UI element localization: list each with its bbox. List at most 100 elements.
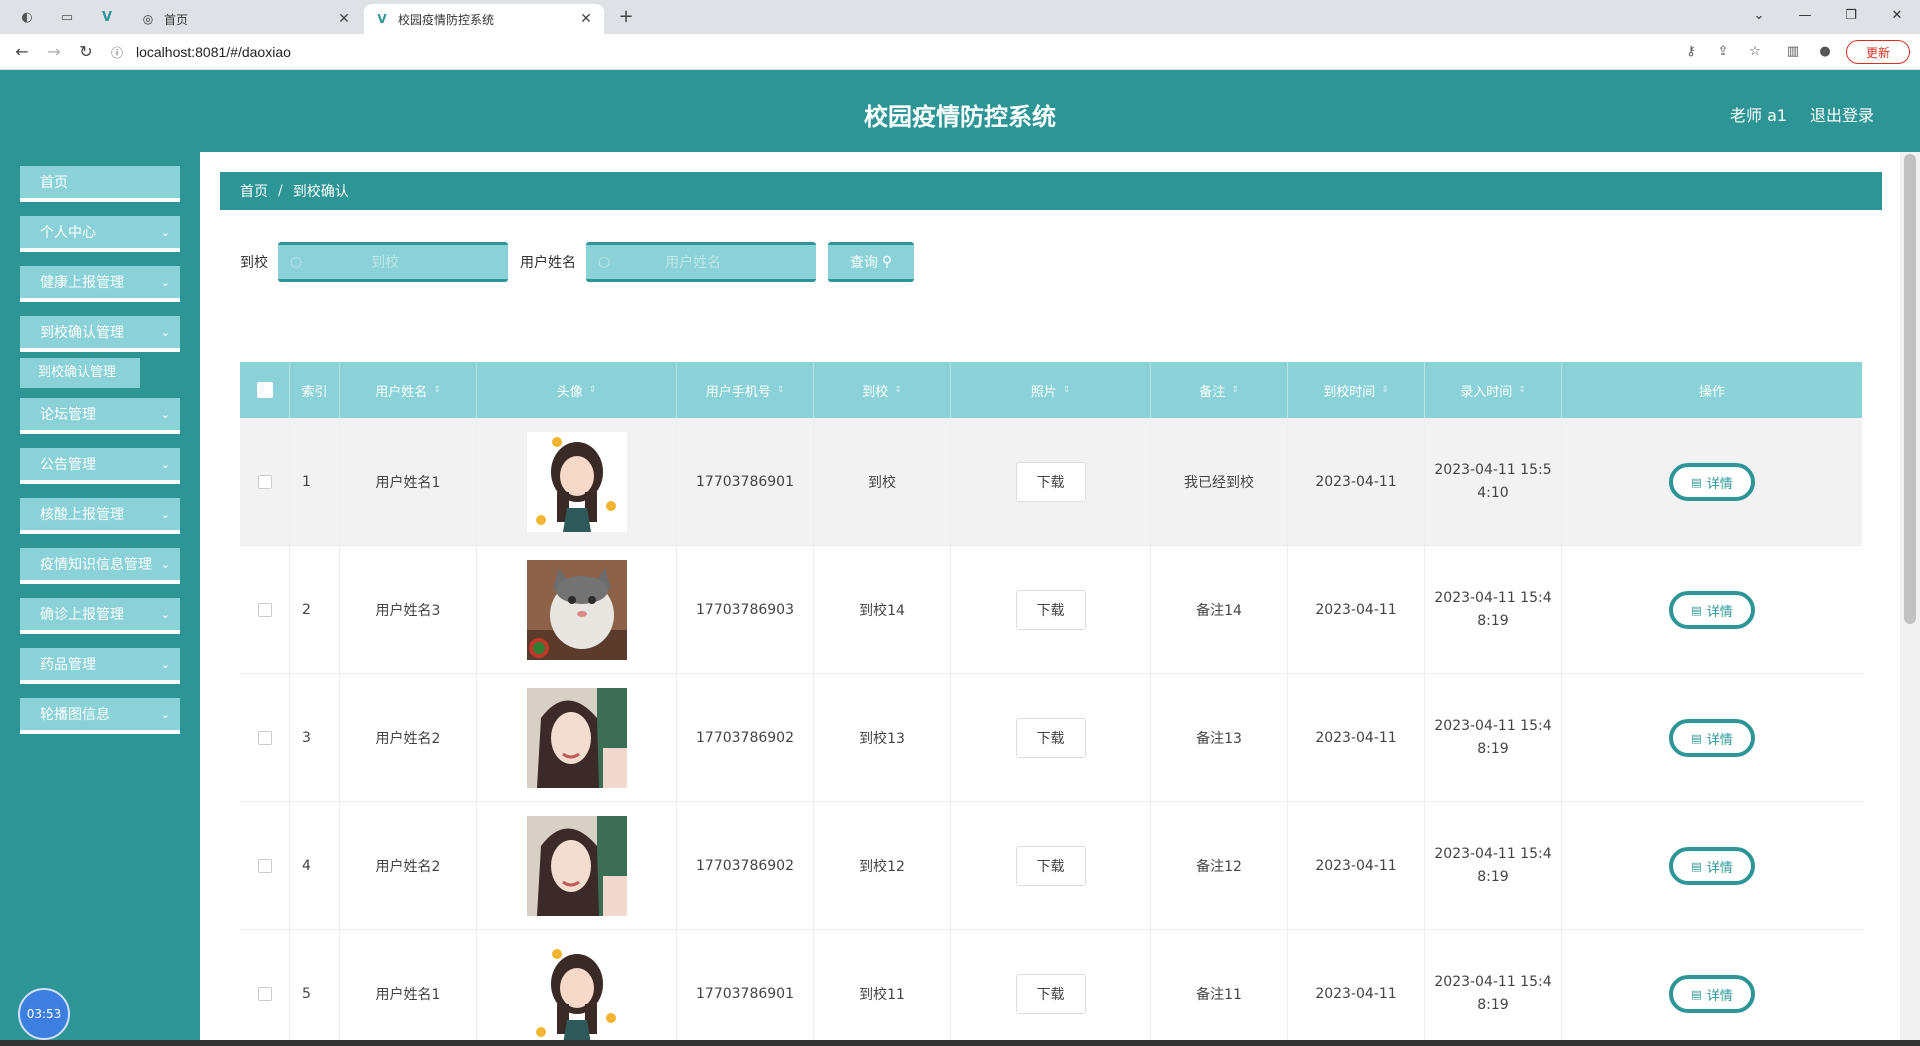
star-icon[interactable]: ☆ xyxy=(1744,42,1766,62)
cell-created-time: 2023-04-11 15:4 8:19 xyxy=(1425,930,1562,1046)
cell-daoxiao: 到校12 xyxy=(814,802,951,930)
info-icon[interactable]: ⓘ xyxy=(108,44,126,61)
col-arrival-time[interactable]: 到校时间 ⇕ xyxy=(1288,362,1425,418)
row-checkbox[interactable] xyxy=(257,603,272,617)
daoxiao-search-input[interactable]: ○ 到校 xyxy=(278,242,508,282)
sidebar-item-epidemic-knowledge[interactable]: 疫情知识信息管理 ⌄ xyxy=(20,548,180,584)
sidepanel-icon[interactable]: ▥ xyxy=(1782,42,1804,62)
new-tab-button[interactable]: + xyxy=(614,6,638,28)
sort-icon[interactable]: ⇕ xyxy=(589,385,597,395)
sidebar-item-label: 确诊上报管理 xyxy=(40,607,124,623)
detail-button[interactable]: ▤ 详情 xyxy=(1669,463,1755,501)
row-checkbox[interactable] xyxy=(257,859,272,873)
sidebar-item-home[interactable]: 首页 xyxy=(20,166,180,202)
download-button[interactable]: 下载 xyxy=(1015,718,1086,758)
row-checkbox[interactable] xyxy=(257,731,272,745)
cell-index: 3 xyxy=(290,674,340,802)
sidebar-item-carousel[interactable]: 轮播图信息 ⌄ xyxy=(20,698,180,734)
sidebar-item-medicine[interactable]: 药品管理 ⌄ xyxy=(20,648,180,684)
col-label: 用户手机号 xyxy=(705,384,771,400)
breadcrumb-home[interactable]: 首页 xyxy=(240,181,268,201)
col-index: 索引 xyxy=(290,362,340,418)
download-button[interactable]: 下载 xyxy=(1015,974,1086,1014)
download-button[interactable]: 下载 xyxy=(1015,590,1086,630)
logout-link[interactable]: 退出登录 xyxy=(1810,102,1874,126)
sidebar-item-personal-center[interactable]: 个人中心 ⌄ xyxy=(20,216,180,252)
close-icon[interactable]: ✕ xyxy=(578,11,594,27)
sidebar-item-arrival-confirm[interactable]: 到校确认管理 ⌄ xyxy=(20,316,180,352)
tab-list-chevron-icon[interactable]: ⌄ xyxy=(1736,4,1782,28)
cell-arrival-date: 2023-04-11 xyxy=(1288,930,1425,1046)
col-note[interactable]: 备注 ⇕ xyxy=(1151,362,1288,418)
select-all-checkbox[interactable] xyxy=(256,382,273,398)
sidebar-subitem-arrival-confirm[interactable]: 到校确认管理 xyxy=(20,358,140,388)
back-button[interactable]: ← xyxy=(10,40,34,64)
chevron-down-icon: ⌄ xyxy=(160,226,170,239)
sort-icon[interactable]: ⇕ xyxy=(1518,385,1526,395)
restore-button[interactable]: ❐ xyxy=(1828,4,1874,28)
key-icon[interactable]: ⚷ xyxy=(1680,42,1702,62)
share-icon[interactable]: ⇪ xyxy=(1712,42,1734,62)
table-row[interactable]: 1 用户姓名1 17703786901 到校 下载 我已经到校 2023-04-… xyxy=(240,418,1862,546)
table-row[interactable]: 2 用户姓名3 17703786903 到校14 下载 备注14 2023-04… xyxy=(240,546,1862,674)
sidebar-item-nucleic-acid[interactable]: 核酸上报管理 ⌄ xyxy=(20,498,180,534)
cell-index: 4 xyxy=(290,802,340,930)
sort-icon[interactable]: ⇕ xyxy=(1381,385,1389,395)
minimize-button[interactable]: — xyxy=(1782,4,1828,28)
row-checkbox[interactable] xyxy=(257,987,272,1001)
detail-button[interactable]: ▤ 详情 xyxy=(1669,975,1755,1013)
sort-icon[interactable]: ⇕ xyxy=(894,385,902,395)
table-row[interactable]: 3 用户姓名2 17703786902 到校13 下载 备注13 2023-04… xyxy=(240,674,1862,802)
sort-icon[interactable]: ⇕ xyxy=(433,385,441,395)
col-name[interactable]: 用户姓名 ⇕ xyxy=(340,362,477,418)
sidebar-item-health-report[interactable]: 健康上报管理 ⌄ xyxy=(20,266,180,302)
sidebar-item-diagnosis-report[interactable]: 确诊上报管理 ⌄ xyxy=(20,598,180,634)
detail-button[interactable]: ▤ 详情 xyxy=(1669,719,1755,757)
close-icon[interactable]: ✕ xyxy=(336,11,352,27)
browser-tab-active[interactable]: V 校园疫情防控系统 ✕ xyxy=(364,4,604,34)
cell-actions: ▤ 详情 xyxy=(1562,930,1862,1046)
col-phone[interactable]: 用户手机号 ⇕ xyxy=(677,362,814,418)
cell-daoxiao: 到校 xyxy=(814,418,951,546)
row-checkbox[interactable] xyxy=(257,475,272,489)
download-button[interactable]: 下载 xyxy=(1015,846,1086,886)
pinned-tab-icon[interactable]: ▭ xyxy=(56,6,78,28)
query-button[interactable]: 查询 ⚲ xyxy=(828,242,914,282)
name-search-input[interactable]: ○ 用户姓名 xyxy=(586,242,816,282)
reload-button[interactable]: ↻ xyxy=(74,40,98,64)
horizontal-scrollbar[interactable] xyxy=(0,1040,1920,1046)
sidebar-item-label: 轮播图信息 xyxy=(40,707,110,723)
address-bar[interactable]: ⓘ localhost:8081/#/daoxiao xyxy=(108,39,1668,65)
cell-avatar xyxy=(477,930,677,1046)
cell-index: 5 xyxy=(290,930,340,1046)
pinned-vue-tab-icon[interactable]: V xyxy=(96,6,118,28)
sort-icon[interactable]: ⇕ xyxy=(1231,385,1239,395)
col-daoxiao[interactable]: 到校 ⇕ xyxy=(814,362,951,418)
profile-icon[interactable]: ● xyxy=(1814,42,1836,62)
vertical-scrollbar[interactable] xyxy=(1900,152,1920,1046)
scrollbar-thumb[interactable] xyxy=(1904,154,1916,624)
forward-button[interactable]: → xyxy=(42,40,66,64)
tab-search-icon[interactable]: ◐ xyxy=(16,6,38,28)
detail-button[interactable]: ▤ 详情 xyxy=(1669,591,1755,629)
chevron-down-icon: ⌄ xyxy=(160,276,170,289)
table-row[interactable]: 4 用户姓名2 17703786902 到校12 下载 备注12 2023-04… xyxy=(240,802,1862,930)
browser-tab-home[interactable]: ◎ 首页 ✕ xyxy=(130,4,362,34)
sidebar-item-announcement[interactable]: 公告管理 ⌄ xyxy=(20,448,180,484)
sort-icon[interactable]: ⇕ xyxy=(777,385,785,395)
update-button[interactable]: 更新 xyxy=(1846,40,1910,64)
cell-name: 用户姓名1 xyxy=(340,930,477,1046)
col-avatar[interactable]: 头像 ⇕ xyxy=(477,362,677,418)
col-label: 到校 xyxy=(862,384,889,400)
sort-icon[interactable]: ⇕ xyxy=(1063,385,1071,395)
window-close-button[interactable]: ✕ xyxy=(1874,4,1920,28)
cell-actions: ▤ 详情 xyxy=(1562,418,1862,546)
detail-label: 详情 xyxy=(1706,860,1733,876)
main-content: 首页 / 到校确认 到校 ○ 到校 用户姓名 ○ 用户姓名 查询 ⚲ 索引 用户… xyxy=(200,152,1900,1046)
table-row[interactable]: 5 用户姓名1 17703786901 到校11 下载 备注11 2023-04… xyxy=(240,930,1862,1046)
col-photo[interactable]: 照片 ⇕ xyxy=(951,362,1151,418)
sidebar-item-forum[interactable]: 论坛管理 ⌄ xyxy=(20,398,180,434)
download-button[interactable]: 下载 xyxy=(1015,462,1086,502)
col-created-time[interactable]: 录入时间 ⇕ xyxy=(1425,362,1562,418)
detail-button[interactable]: ▤ 详情 xyxy=(1669,847,1755,885)
